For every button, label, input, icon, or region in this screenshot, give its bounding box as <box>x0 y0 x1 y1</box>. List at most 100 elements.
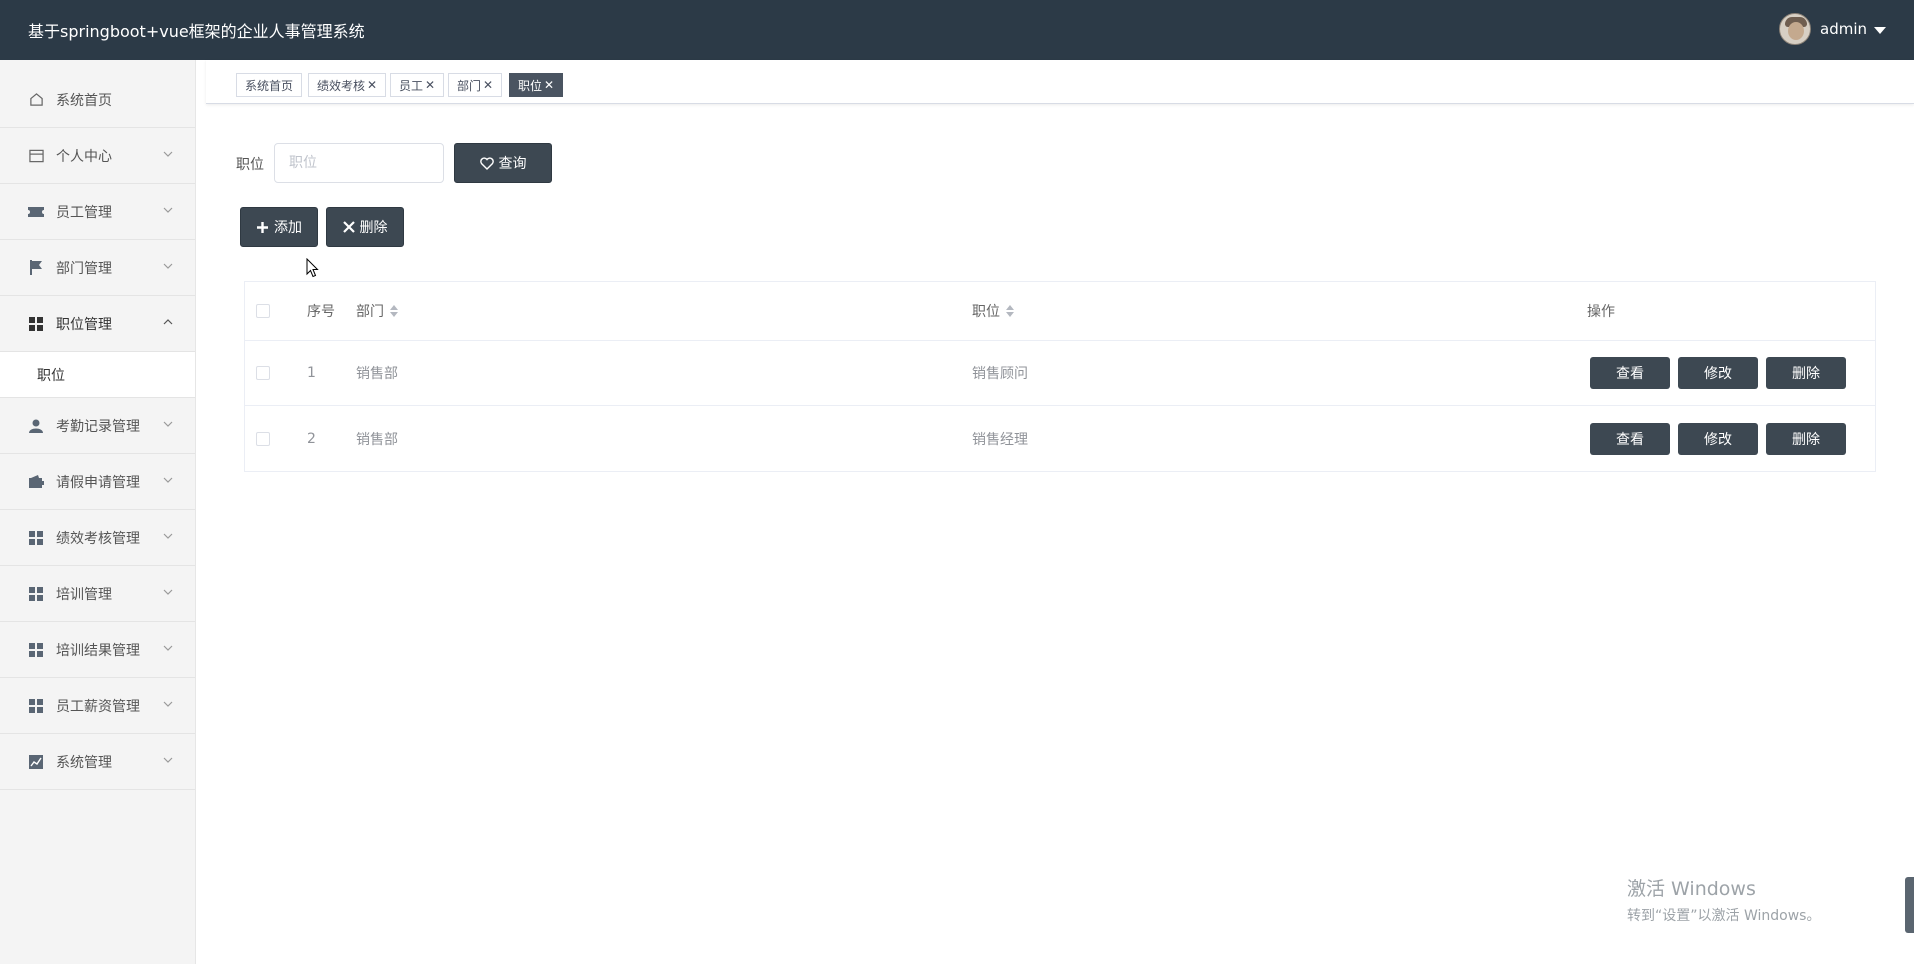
chevron-down-icon <box>163 421 173 427</box>
sidebar-item-position[interactable]: 职位管理 <box>0 296 195 352</box>
edit-button[interactable]: 修改 <box>1678 422 1758 455</box>
plus-icon <box>257 221 268 233</box>
sidebar-item-label: 培训管理 <box>56 586 112 603</box>
user-menu[interactable]: admin <box>1779 13 1886 45</box>
sidebar-item-system[interactable]: 系统管理 <box>0 734 195 790</box>
delete-button[interactable]: 删除 <box>326 207 404 247</box>
tags-bar: 系统首页 绩效考核 ✕ 员工 ✕ 部门 ✕ 职位 ✕ <box>206 60 1914 104</box>
sidebar-item-profile[interactable]: 个人中心 <box>0 128 195 184</box>
flag-icon <box>28 260 44 276</box>
ticket-icon <box>28 204 44 220</box>
table-row: 2 销售部 销售经理 查看 修改 删除 <box>245 406 1875 471</box>
view-button[interactable]: 查看 <box>1590 357 1670 389</box>
sidebar-item-label: 系统首页 <box>56 92 112 109</box>
sidebar-item-label: 职位管理 <box>56 316 112 333</box>
sidebar-item-label: 请假申请管理 <box>56 474 140 491</box>
chart-icon <box>28 754 44 770</box>
cell-position: 销售顾问 <box>972 366 1028 382</box>
chevron-down-icon <box>163 263 173 269</box>
column-header-position[interactable]: 职位 <box>972 301 1014 321</box>
sidebar-item-home[interactable]: 系统首页 <box>0 72 195 128</box>
cell-index: 1 <box>307 365 316 381</box>
search-button-label: 查询 <box>498 156 527 172</box>
table-header-row: 序号 部门 职位 操作 <box>245 282 1875 341</box>
avatar[interactable] <box>1779 13 1811 45</box>
sidebar-item-label: 考勤记录管理 <box>56 418 140 435</box>
view-button[interactable]: 查看 <box>1590 422 1670 455</box>
sidebar-item-employee[interactable]: 员工管理 <box>0 184 195 240</box>
caret-down-icon[interactable] <box>1874 26 1886 34</box>
close-icon[interactable]: ✕ <box>544 78 554 92</box>
sort-icon[interactable] <box>1006 305 1014 317</box>
search-input[interactable] <box>274 143 444 183</box>
sidebar-item-label: 培训结果管理 <box>56 642 140 659</box>
row-delete-button[interactable]: 删除 <box>1766 357 1846 389</box>
cell-department: 销售部 <box>356 431 398 448</box>
edge-widget[interactable] <box>1905 877 1914 933</box>
sidebar-item-training-result[interactable]: 培训结果管理 <box>0 622 195 678</box>
chevron-up-icon <box>163 319 173 325</box>
tag-label: 员工 <box>399 78 424 93</box>
sidebar-item-attendance[interactable]: 考勤记录管理 <box>0 398 195 454</box>
heart-icon <box>479 156 494 170</box>
sidebar-item-label: 员工管理 <box>56 204 112 221</box>
wallet-icon <box>28 474 44 490</box>
cell-department: 销售部 <box>356 366 398 382</box>
sidebar-item-label: 个人中心 <box>56 148 112 165</box>
sidebar-item-performance[interactable]: 绩效考核管理 <box>0 510 195 566</box>
mouse-cursor-icon <box>306 258 319 278</box>
chevron-down-icon <box>163 151 173 157</box>
select-all-checkbox[interactable] <box>256 304 270 318</box>
chevron-down-icon <box>163 645 173 651</box>
sidebar-item-salary[interactable]: 员工薪资管理 <box>0 678 195 734</box>
close-icon[interactable]: ✕ <box>483 78 493 92</box>
top-bar: 基于springboot+vue框架的企业人事管理系统 admin <box>0 0 1914 60</box>
add-button-label: 添加 <box>274 220 302 236</box>
column-header-index: 序号 <box>307 304 335 320</box>
cell-position: 销售经理 <box>972 431 1028 448</box>
close-icon[interactable]: ✕ <box>425 78 435 92</box>
tag-performance[interactable]: 绩效考核 ✕ <box>308 73 387 97</box>
sidebar-item-label: 员工薪资管理 <box>56 698 140 715</box>
column-header-label: 部门 <box>356 304 384 320</box>
sidebar-subitem-label: 职位 <box>37 367 65 384</box>
sidebar-item-training[interactable]: 培训管理 <box>0 566 195 622</box>
username[interactable]: admin <box>1820 20 1867 38</box>
windows-activation-watermark: 激活 Windows 转到“设置”以激活 Windows。 <box>1627 874 1820 925</box>
search-label: 职位 <box>236 157 264 173</box>
grid-icon <box>28 698 44 714</box>
search-button[interactable]: 查询 <box>454 143 552 183</box>
sidebar-subitem-position[interactable]: 职位 <box>0 352 195 398</box>
data-table: 序号 部门 职位 操作 1 销售部 销售顾问 查看 修改 删除 2 销售部 销售… <box>244 281 1876 472</box>
sidebar-item-leave[interactable]: 请假申请管理 <box>0 454 195 510</box>
tag-position[interactable]: 职位 ✕ <box>509 73 564 97</box>
chevron-down-icon <box>163 757 173 763</box>
tag-department[interactable]: 部门 ✕ <box>448 73 503 97</box>
grid-icon <box>28 530 44 546</box>
user-icon <box>28 418 44 434</box>
edit-button[interactable]: 修改 <box>1678 357 1758 389</box>
tag-label: 部门 <box>457 78 482 93</box>
sidebar-item-label: 绩效考核管理 <box>56 530 140 547</box>
tag-home[interactable]: 系统首页 <box>236 73 303 97</box>
chevron-down-icon <box>163 589 173 595</box>
row-delete-button[interactable]: 删除 <box>1766 422 1846 455</box>
tag-label: 系统首页 <box>245 78 294 93</box>
sidebar-item-label: 系统管理 <box>56 754 112 771</box>
chevron-down-icon <box>163 701 173 707</box>
watermark-line2: 转到“设置”以激活 Windows。 <box>1627 908 1821 924</box>
tag-employee[interactable]: 员工 ✕ <box>390 73 445 97</box>
tag-label: 职位 <box>518 78 543 93</box>
row-checkbox[interactable] <box>256 366 270 380</box>
chevron-down-icon <box>163 533 173 539</box>
row-checkbox[interactable] <box>256 431 270 446</box>
table-row: 1 销售部 销售顾问 查看 修改 删除 <box>245 341 1875 406</box>
close-icon[interactable]: ✕ <box>367 78 377 92</box>
add-button[interactable]: 添加 <box>240 207 318 247</box>
column-header-department[interactable]: 部门 <box>356 301 398 321</box>
grid-icon <box>28 586 44 602</box>
home-icon <box>28 92 44 108</box>
grid-icon <box>28 642 44 658</box>
sort-icon[interactable] <box>390 305 398 317</box>
sidebar-item-department[interactable]: 部门管理 <box>0 240 195 296</box>
